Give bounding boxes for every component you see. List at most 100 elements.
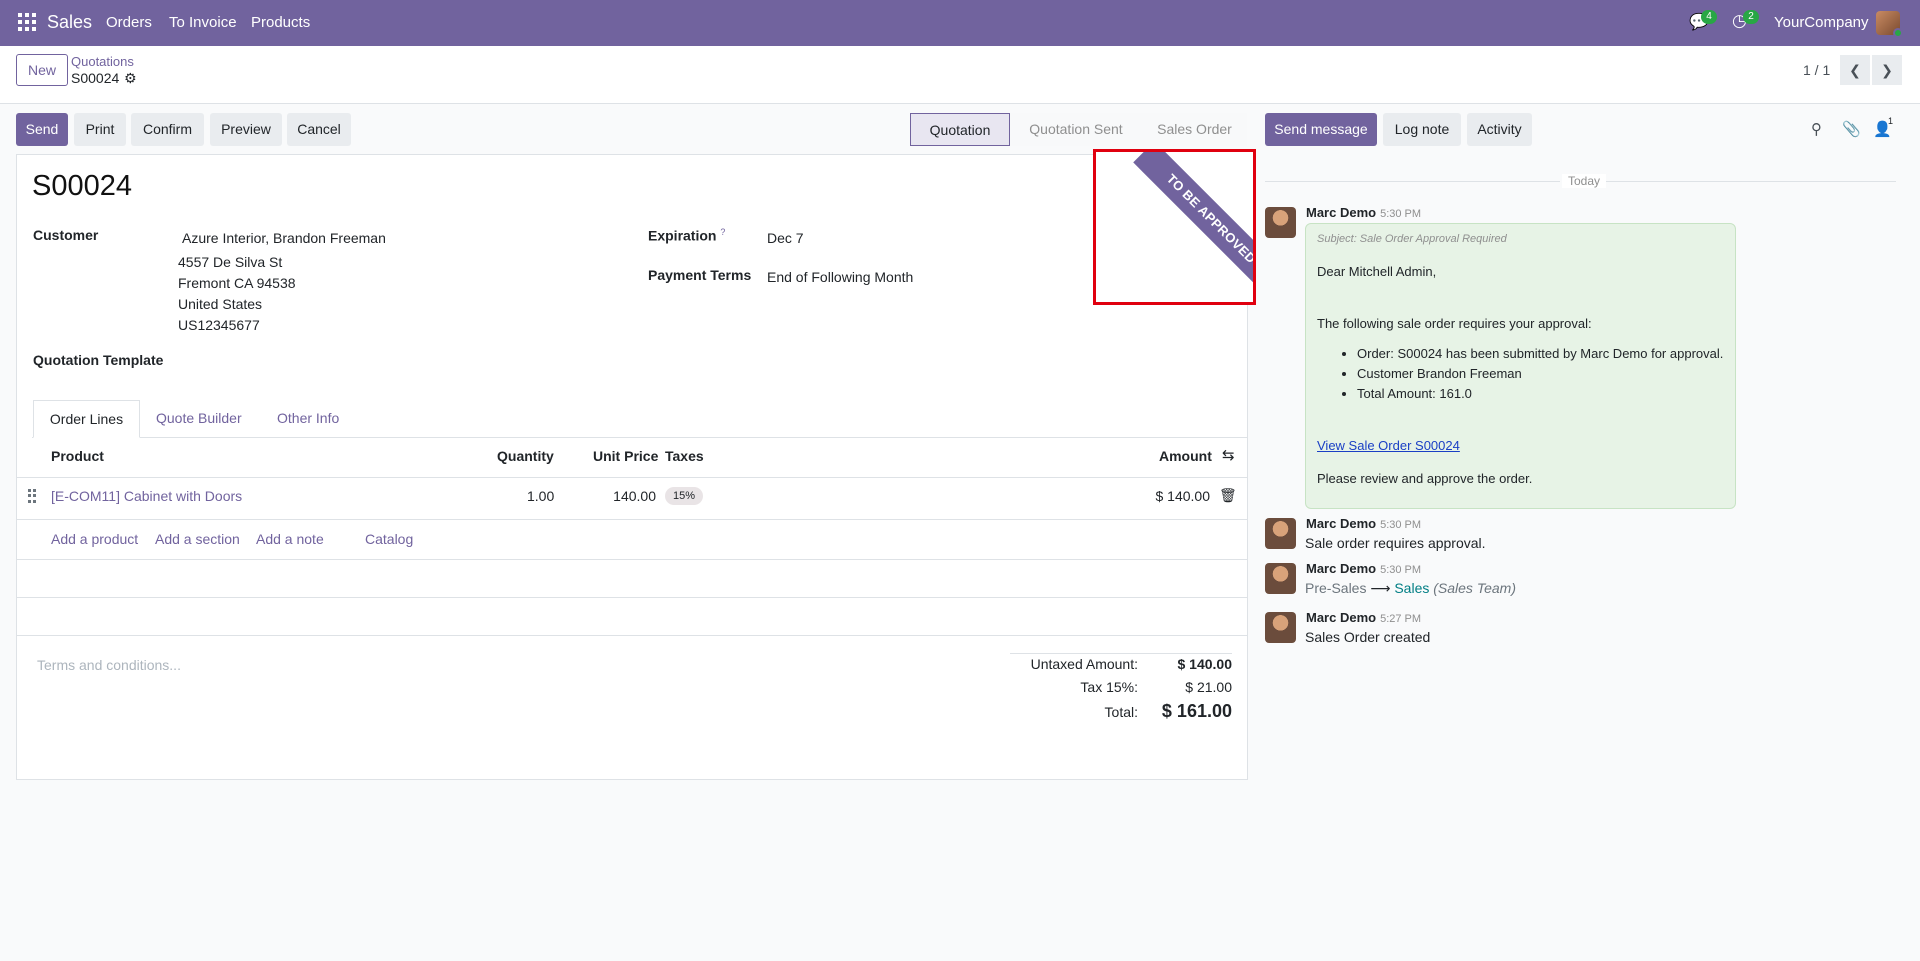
customer-field[interactable]: Azure Interior, Brandon Freeman [182,230,386,246]
terms-input[interactable]: Terms and conditions... [37,657,181,673]
address-country: United States [178,296,263,312]
author-avatar[interactable] [1265,207,1296,238]
confirm-button[interactable]: Confirm [131,113,204,146]
expiration-label: Expiration ? [648,227,726,244]
column-taxes[interactable]: Taxes [665,448,704,464]
new-button[interactable]: New [16,54,68,86]
add-note-link[interactable]: Add a note [256,531,324,547]
user-avatar[interactable] [1876,11,1903,38]
drag-handle-icon[interactable] [28,489,38,503]
messages-badge: 4 [1701,10,1717,24]
message-author: Marc Demo 5:27 PM [1306,610,1422,625]
order-name: S00024 [32,170,132,202]
column-settings-icon[interactable]: ⇆ [1222,446,1235,464]
message-author: Marc Demo 5:30 PM [1306,516,1422,531]
message-body: Sales Order created [1305,629,1431,645]
message-bullets: Order: S00024 has been submitted by Marc… [1317,346,1723,406]
gear-icon[interactable]: ⚙ [124,70,137,87]
control-panel: New Quotations S00024 ⚙ 1 / 1 ❮ ❯ [0,46,1920,104]
stage-quotation[interactable]: Quotation [910,113,1010,146]
company-switcher[interactable]: YourCompany [1774,14,1869,31]
row-divider [16,519,1248,520]
ribbon-container: TO BE APPROVED [1096,152,1253,302]
column-unit-price[interactable]: Unit Price [593,448,658,464]
author-avatar[interactable] [1265,518,1296,549]
status-bar: Quotation Quotation Sent Sales Order [910,113,1247,146]
column-amount[interactable]: Amount [1159,448,1212,464]
breadcrumb-quotations[interactable]: Quotations [71,54,134,69]
menu-to-invoice[interactable]: To Invoice [169,14,237,31]
column-product[interactable]: Product [51,448,104,464]
print-button[interactable]: Print [74,113,126,146]
message-author: Marc Demo 5:30 PM [1306,561,1422,576]
payment-terms-label: Payment Terms [648,267,752,283]
message-author: Marc Demo 5:30 PM [1306,205,1422,220]
app-name[interactable]: Sales [47,12,92,33]
tax-value: $ 21.00 [1185,679,1232,695]
add-product-link[interactable]: Add a product [51,531,138,547]
menu-products[interactable]: Products [251,14,310,31]
row-divider [16,635,1248,636]
list-item: Total Amount: 161.0 [1357,386,1723,401]
row-quantity[interactable]: 1.00 [527,488,554,504]
list-item: Customer Brandon Freeman [1357,366,1723,381]
row-unit-price[interactable]: 140.00 [579,488,656,504]
expiration-field[interactable]: Dec 7 [767,230,804,246]
address-street: 4557 De Silva St [178,254,283,270]
pager-previous-icon[interactable]: ❮ [1840,55,1870,85]
column-quantity[interactable]: Quantity [497,448,554,464]
view-order-link[interactable]: View Sale Order S00024 [1317,438,1460,453]
send-message-button[interactable]: Send message [1265,113,1377,146]
activity-button[interactable]: Activity [1467,113,1532,146]
tracking-field: (Sales Team) [1433,580,1516,596]
menu-orders[interactable]: Orders [106,14,152,31]
tracking-value: Pre-Sales ⟶ Sales (Sales Team) [1305,580,1516,597]
arrow-icon: ⟶ [1370,580,1391,596]
preview-button[interactable]: Preview [210,113,282,146]
message-body: Sale order requires approval. [1305,535,1486,551]
row-amount: $ 140.00 [1155,488,1211,504]
customer-label: Customer [33,227,99,243]
message-greeting: Dear Mitchell Admin, [1317,264,1437,279]
untaxed-label: Untaxed Amount: [1030,656,1138,672]
row-tax-badge[interactable]: 15% [665,487,704,505]
highlight-box: TO BE APPROVED [1093,149,1256,305]
address-vat: US12345677 [178,317,260,333]
date-separator: Today [1562,174,1607,188]
quotation-template-label: Quotation Template [33,352,164,368]
tab-other-info[interactable]: Other Info [277,400,339,438]
tax-label: Tax 15%: [1080,679,1138,695]
trash-icon[interactable]: 🗑 [1219,487,1237,504]
add-section-link[interactable]: Add a section [155,531,240,547]
row-product[interactable]: [E-COM11] Cabinet with Doors [51,488,242,504]
stage-sales-order[interactable]: Sales Order [1142,113,1247,146]
author-avatar[interactable] [1265,563,1296,594]
breadcrumb-current: S00024 [71,70,120,86]
address-city: Fremont CA 94538 [178,275,296,291]
row-divider [16,559,1248,560]
help-icon[interactable]: ? [720,227,725,237]
tab-order-lines[interactable]: Order Lines [33,400,140,438]
app-menu-icon[interactable] [18,13,36,31]
payment-terms-field[interactable]: End of Following Month [767,269,913,285]
stage-quotation-sent[interactable]: Quotation Sent [1010,113,1142,146]
email-message: Subject: Sale Order Approval Required De… [1305,223,1736,509]
tab-quote-builder[interactable]: Quote Builder [156,400,242,438]
search-icon[interactable]: ⚲ [1811,120,1822,138]
log-note-button[interactable]: Log note [1383,113,1461,146]
untaxed-value: $ 140.00 [1177,656,1233,672]
pager-next-icon[interactable]: ❯ [1872,55,1902,85]
pager-value[interactable]: 1 / 1 [1803,62,1830,78]
online-status-icon [1893,28,1903,38]
header-divider [16,477,1248,478]
top-navbar: Sales Orders To Invoice Products 💬 4 ◷ 2… [0,0,1920,46]
author-avatar[interactable] [1265,612,1296,643]
cancel-button[interactable]: Cancel [287,113,351,146]
tracking-new-value: Sales [1394,580,1430,596]
message-intro: The following sale order requires your a… [1317,316,1592,331]
attachment-icon[interactable]: 📎 [1842,120,1861,138]
send-button[interactable]: Send [16,113,68,146]
date-separator-line [1265,181,1560,182]
catalog-link[interactable]: Catalog [365,531,413,547]
activities-badge: 2 [1743,10,1759,24]
